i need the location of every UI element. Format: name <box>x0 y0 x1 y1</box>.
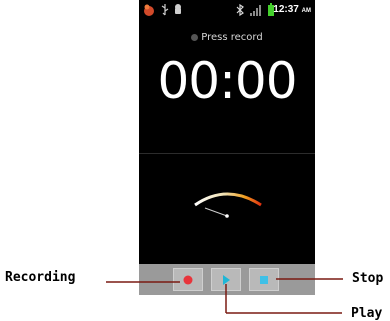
annotation-play: Play <box>351 306 383 321</box>
annotation-recording: Recording <box>5 270 76 285</box>
annotation-stop: Stop <box>352 271 384 286</box>
